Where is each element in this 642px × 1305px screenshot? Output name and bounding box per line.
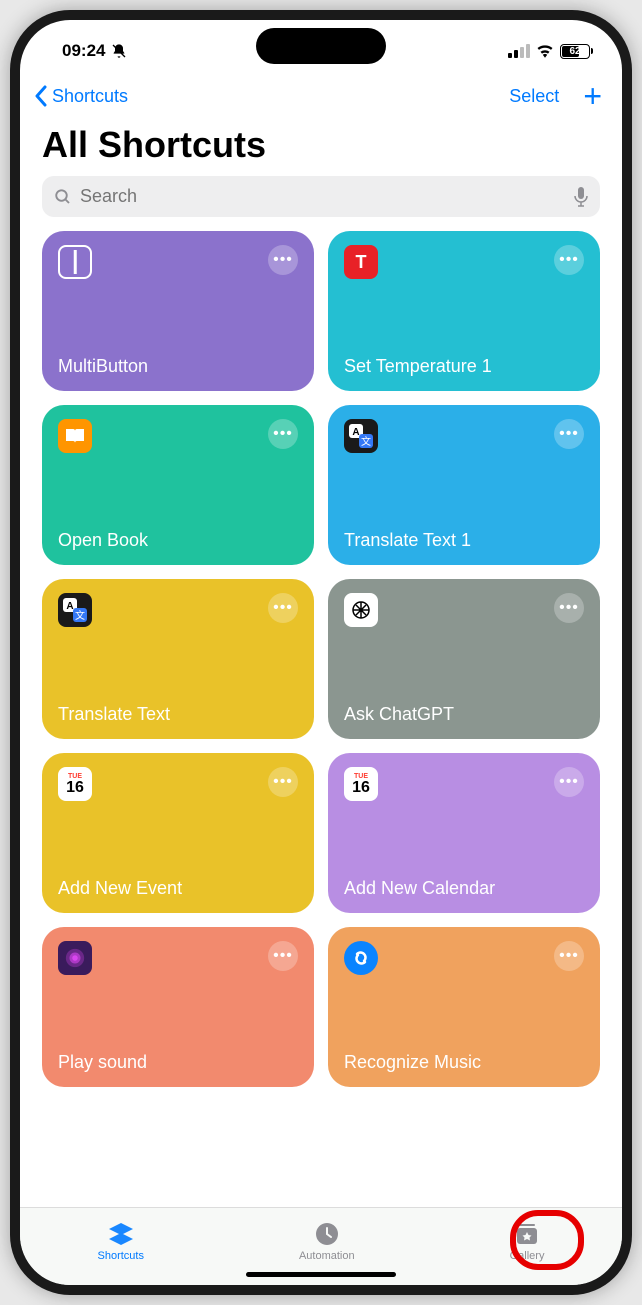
home-indicator[interactable] — [246, 1272, 396, 1277]
search-icon — [54, 188, 72, 206]
gallery-icon — [514, 1220, 540, 1248]
shortcut-card-open-book[interactable]: ••• Open Book — [42, 405, 314, 565]
more-icon[interactable]: ••• — [554, 593, 584, 623]
screen: 09:24 62 Shortcuts Select — [20, 20, 622, 1285]
cellular-icon — [508, 44, 530, 58]
card-title: Translate Text 1 — [344, 530, 584, 551]
tab-bar: Shortcuts Automation Gallery — [20, 1207, 622, 1285]
tesla-icon: T — [344, 245, 378, 279]
silent-icon — [111, 43, 127, 59]
nav-bar: Shortcuts Select + — [20, 74, 622, 124]
tab-label: Gallery — [510, 1250, 545, 1262]
book-icon — [58, 419, 92, 453]
status-time: 09:24 — [62, 41, 105, 61]
more-icon[interactable]: ••• — [268, 419, 298, 449]
search-input[interactable] — [80, 186, 566, 207]
card-title: Translate Text — [58, 704, 298, 725]
more-icon[interactable]: ••• — [268, 941, 298, 971]
card-title: Ask ChatGPT — [344, 704, 584, 725]
tab-shortcuts[interactable]: Shortcuts — [98, 1220, 144, 1262]
dynamic-island — [256, 28, 386, 64]
wifi-icon — [536, 44, 554, 58]
tab-label: Automation — [299, 1250, 355, 1262]
add-button[interactable]: + — [583, 80, 602, 112]
card-title: Set Temperature 1 — [344, 356, 584, 377]
more-icon[interactable]: ••• — [268, 767, 298, 797]
back-button[interactable]: Shortcuts — [34, 85, 128, 107]
card-title: Add New Calendar — [344, 878, 584, 899]
shortcuts-icon — [107, 1220, 135, 1248]
page-title: All Shortcuts — [42, 124, 600, 166]
status-left: 09:24 — [62, 41, 127, 61]
shortcut-card-recognize-music[interactable]: ••• Recognize Music — [328, 927, 600, 1087]
title-row: All Shortcuts — [20, 124, 622, 176]
phone-frame: 09:24 62 Shortcuts Select — [10, 10, 632, 1295]
translate-icon: A文 — [58, 593, 92, 627]
translate-icon: A文 — [344, 419, 378, 453]
more-icon[interactable]: ••• — [268, 593, 298, 623]
select-button[interactable]: Select — [509, 86, 559, 107]
shazam-icon — [344, 941, 378, 975]
calendar-icon: TUE 16 — [58, 767, 92, 801]
more-icon[interactable]: ••• — [554, 941, 584, 971]
battery-icon: 62 — [560, 44, 590, 59]
tab-automation[interactable]: Automation — [299, 1220, 355, 1262]
shortcut-card-ask-chatgpt[interactable]: ••• Ask ChatGPT — [328, 579, 600, 739]
calendar-icon: TUE 16 — [344, 767, 378, 801]
shortcut-card-add-new-event[interactable]: TUE 16 ••• Add New Event — [42, 753, 314, 913]
card-title: MultiButton — [58, 356, 298, 377]
microphone-icon[interactable] — [574, 187, 588, 207]
shortcut-card-play-sound[interactable]: ••• Play sound — [42, 927, 314, 1087]
card-title: Add New Event — [58, 878, 298, 899]
more-icon[interactable]: ••• — [554, 245, 584, 275]
automation-icon — [314, 1220, 340, 1248]
more-icon[interactable]: ••• — [554, 419, 584, 449]
chatgpt-icon — [344, 593, 378, 627]
shortcuts-grid: ••• MultiButton T ••• Set Temperature 1 … — [20, 231, 622, 1207]
split-icon — [58, 245, 92, 279]
card-title: Recognize Music — [344, 1052, 584, 1073]
back-label: Shortcuts — [52, 86, 128, 107]
tab-label: Shortcuts — [98, 1250, 144, 1262]
svg-text:文: 文 — [75, 609, 85, 622]
shortcut-card-translate-text[interactable]: A文 ••• Translate Text — [42, 579, 314, 739]
sound-icon — [58, 941, 92, 975]
status-right: 62 — [508, 44, 590, 59]
shortcut-card-set-temperature[interactable]: T ••• Set Temperature 1 — [328, 231, 600, 391]
svg-text:A: A — [66, 601, 73, 612]
tab-gallery[interactable]: Gallery — [510, 1220, 545, 1262]
shortcut-card-translate-text-1[interactable]: A文 ••• Translate Text 1 — [328, 405, 600, 565]
svg-text:A: A — [352, 427, 359, 438]
shortcut-card-multibutton[interactable]: ••• MultiButton — [42, 231, 314, 391]
more-icon[interactable]: ••• — [268, 245, 298, 275]
card-title: Play sound — [58, 1052, 298, 1073]
card-title: Open Book — [58, 530, 298, 551]
nav-right: Select + — [509, 80, 602, 112]
search-row — [20, 176, 622, 231]
search-box[interactable] — [42, 176, 600, 217]
shortcut-card-add-new-calendar[interactable]: TUE 16 ••• Add New Calendar — [328, 753, 600, 913]
svg-text:文: 文 — [361, 435, 371, 448]
more-icon[interactable]: ••• — [554, 767, 584, 797]
